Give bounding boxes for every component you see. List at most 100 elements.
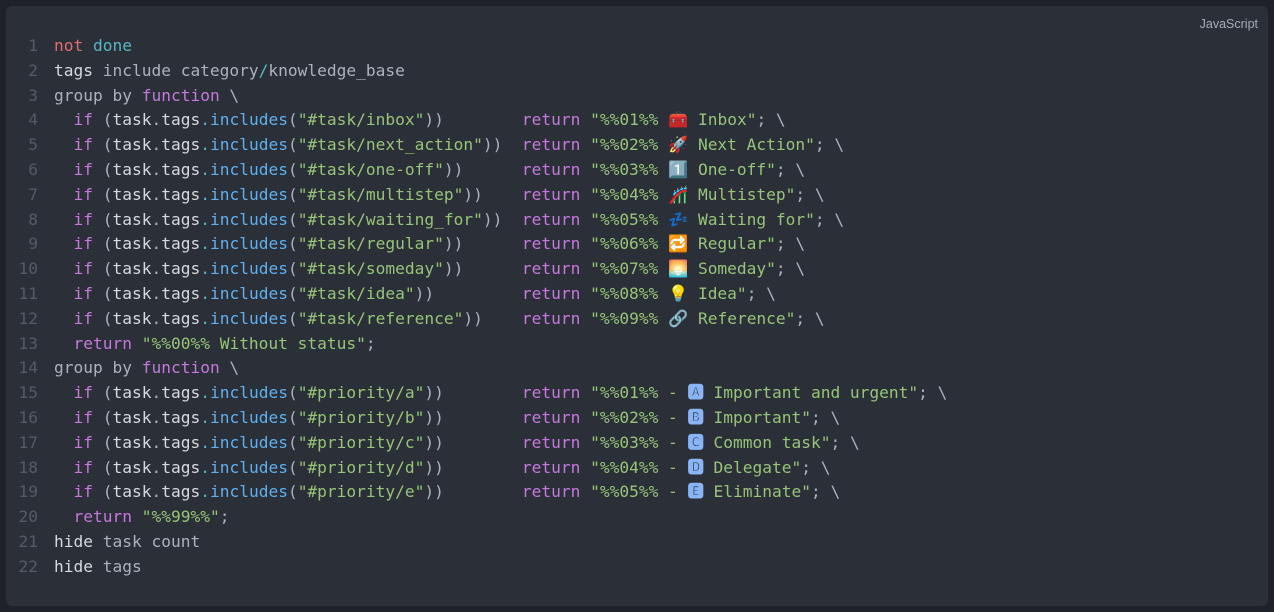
token [54, 309, 74, 328]
code-line[interactable]: 10 if (task.tags.includes("#task/someday… [6, 257, 1268, 282]
token: return [522, 210, 580, 229]
token: )) [463, 185, 521, 204]
line-number: 8 [6, 208, 54, 233]
line-content[interactable]: if (task.tags.includes("#task/reference"… [54, 307, 1268, 332]
token: includes [210, 284, 288, 303]
token: ; \ [776, 259, 805, 278]
code-line[interactable]: 9 if (task.tags.includes("#task/regular"… [6, 232, 1268, 257]
code-area[interactable]: 1not done2tags include category/knowledg… [6, 34, 1268, 600]
line-content[interactable]: if (task.tags.includes("#task/someday"))… [54, 257, 1268, 282]
line-content[interactable]: if (task.tags.includes("#task/next_actio… [54, 133, 1268, 158]
code-line[interactable]: 1not done [6, 34, 1268, 59]
token: "#priority/c" [298, 433, 425, 452]
line-content[interactable]: return "%%00%% Without status"; [54, 332, 1268, 357]
token: . [151, 408, 161, 427]
code-line[interactable]: 21hide task count [6, 530, 1268, 555]
token: includes [210, 383, 288, 402]
line-content[interactable]: if (task.tags.includes("#task/idea")) re… [54, 282, 1268, 307]
token: ( [93, 234, 113, 253]
token: ; \ [811, 408, 840, 427]
token [54, 408, 74, 427]
line-content[interactable]: group by function \ [54, 84, 1268, 109]
code-line[interactable]: 3group by function \ [6, 84, 1268, 109]
code-line[interactable]: 12 if (task.tags.includes("#task/referen… [6, 307, 1268, 332]
token: )) [424, 433, 521, 452]
line-content[interactable]: if (task.tags.includes("#task/regular"))… [54, 232, 1268, 257]
token: )) [424, 482, 521, 501]
token: ; \ [918, 383, 947, 402]
token [54, 110, 74, 129]
code-line[interactable]: 19 if (task.tags.includes("#priority/e")… [6, 480, 1268, 505]
token: )) [444, 234, 522, 253]
token: . [151, 284, 161, 303]
code-line[interactable]: 5 if (task.tags.includes("#task/next_act… [6, 133, 1268, 158]
code-line[interactable]: 22hide tags [6, 555, 1268, 580]
token [54, 185, 74, 204]
token [54, 135, 74, 154]
token [54, 458, 74, 477]
line-content[interactable]: if (task.tags.includes("#task/inbox")) r… [54, 108, 1268, 133]
line-number: 22 [6, 555, 54, 580]
code-line[interactable]: 6 if (task.tags.includes("#task/one-off"… [6, 158, 1268, 183]
token: ( [93, 110, 113, 129]
token: / [259, 61, 269, 80]
token [580, 458, 590, 477]
line-number: 12 [6, 307, 54, 332]
code-line[interactable]: 4 if (task.tags.includes("#task/inbox"))… [6, 108, 1268, 133]
line-number: 20 [6, 505, 54, 530]
token: "%%03%% - [590, 433, 687, 452]
code-line[interactable]: 8 if (task.tags.includes("#task/waiting_… [6, 208, 1268, 233]
line-content[interactable]: if (task.tags.includes("#priority/d")) r… [54, 456, 1268, 481]
token: . [151, 458, 161, 477]
token: tags [161, 408, 200, 427]
token [54, 259, 74, 278]
line-content[interactable]: if (task.tags.includes("#priority/a")) r… [54, 381, 1268, 406]
token: if [74, 110, 94, 129]
line-content[interactable]: tags include category/knowledge_base [54, 59, 1268, 84]
token: ( [288, 110, 298, 129]
code-line[interactable]: 17 if (task.tags.includes("#priority/c")… [6, 431, 1268, 456]
code-line[interactable]: 16 if (task.tags.includes("#priority/b")… [6, 406, 1268, 431]
token [54, 284, 74, 303]
code-line[interactable]: 11 if (task.tags.includes("#task/idea"))… [6, 282, 1268, 307]
token: ( [93, 185, 113, 204]
token: "#priority/e" [298, 482, 425, 501]
token: ( [93, 383, 113, 402]
token: not [54, 36, 83, 55]
line-number: 10 [6, 257, 54, 282]
line-number: 11 [6, 282, 54, 307]
token: includes [210, 160, 288, 179]
token: ; \ [815, 210, 844, 229]
line-content[interactable]: if (task.tags.includes("#task/waiting_fo… [54, 208, 1268, 233]
token: \ [220, 86, 240, 105]
line-content[interactable]: return "%%99%%"; [54, 505, 1268, 530]
line-content[interactable]: if (task.tags.includes("#task/multistep"… [54, 183, 1268, 208]
code-line[interactable]: 20 return "%%99%%"; [6, 505, 1268, 530]
code-line[interactable]: 15 if (task.tags.includes("#priority/a")… [6, 381, 1268, 406]
token: "%%02%% - [590, 408, 687, 427]
token: function [142, 86, 220, 105]
token [54, 383, 74, 402]
code-line[interactable]: 2tags include category/knowledge_base [6, 59, 1268, 84]
line-content[interactable]: if (task.tags.includes("#priority/c")) r… [54, 431, 1268, 456]
token: return [74, 334, 132, 353]
token: task [113, 185, 152, 204]
token [54, 482, 74, 501]
token: 🅴 [688, 482, 704, 501]
line-content[interactable]: if (task.tags.includes("#priority/b")) r… [54, 406, 1268, 431]
line-content[interactable]: if (task.tags.includes("#task/one-off"))… [54, 158, 1268, 183]
line-content[interactable]: group by function \ [54, 356, 1268, 381]
line-content[interactable]: hide tags [54, 555, 1268, 580]
token: "#priority/a" [298, 383, 425, 402]
code-line[interactable]: 14group by function \ [6, 356, 1268, 381]
token: task [113, 408, 152, 427]
code-line[interactable]: 7 if (task.tags.includes("#task/multiste… [6, 183, 1268, 208]
line-content[interactable]: hide task count [54, 530, 1268, 555]
token: "%%04%% 🎢 Multistep" [590, 185, 795, 204]
code-line[interactable]: 13 return "%%00%% Without status"; [6, 332, 1268, 357]
line-content[interactable]: if (task.tags.includes("#priority/e")) r… [54, 480, 1268, 505]
token: includes [210, 458, 288, 477]
code-line[interactable]: 18 if (task.tags.includes("#priority/d")… [6, 456, 1268, 481]
line-content[interactable]: not done [54, 34, 1268, 59]
token: done [93, 36, 132, 55]
